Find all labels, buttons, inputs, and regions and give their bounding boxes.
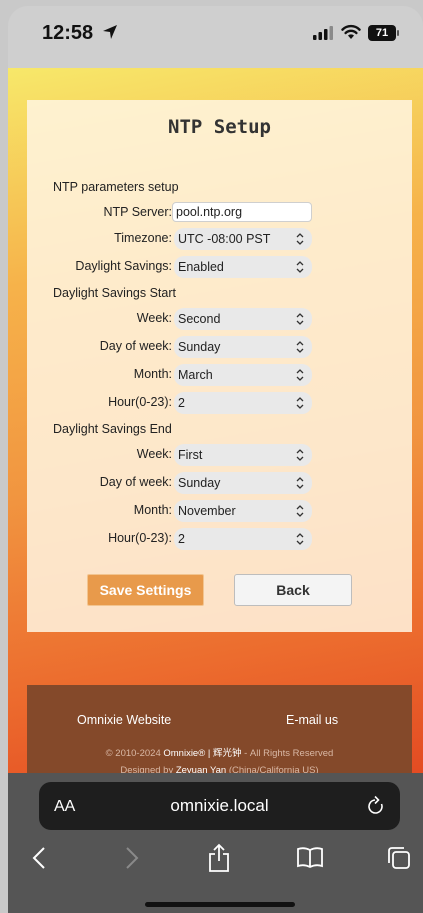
dst-end-month-label: Month: [133,503,172,517]
bookmarks-icon[interactable] [296,846,324,868]
wifi-icon [341,24,361,39]
daylight-label: Daylight Savings: [75,259,172,273]
copyright-brand[interactable]: Omnixie® | 辉光钟 [163,748,241,759]
chevron-updown-icon [296,505,304,517]
dst-end-hour-value: 2 [178,532,185,546]
dst-start-month-label: Month: [133,367,172,381]
dst-start-dow-value: Sunday [178,340,221,354]
dst-end-week-value: First [178,448,203,462]
location-arrow-icon [103,25,117,39]
dst-start-section-label: Daylight Savings Start [53,286,176,300]
ntp-section-label: NTP parameters setup [53,180,179,194]
dst-end-section-label: Daylight Savings End [53,422,172,436]
timezone-select[interactable]: UTC -08:00 PST [174,228,312,250]
omnixie-website-link[interactable]: Omnixie Website [77,713,171,727]
daylight-select[interactable]: Enabled [174,256,312,278]
page-title: NTP Setup [168,116,271,138]
chevron-updown-icon [296,341,304,353]
dst-start-week-label: Week: [136,311,172,325]
dst-end-dow-label: Day of week: [99,475,172,489]
copyright-prefix: © 2010-2024 [105,748,161,759]
dst-end-month-value: November [178,504,236,518]
back-button[interactable]: Back [234,574,352,606]
forward-icon[interactable] [125,846,139,870]
chevron-updown-icon [296,369,304,381]
signal-icon [313,26,333,40]
dst-start-week-select[interactable]: Second [174,308,312,330]
dst-end-dow-value: Sunday [178,476,221,490]
dst-end-week-select[interactable]: First [174,444,312,466]
dst-end-dow-select[interactable]: Sunday [174,472,312,494]
dst-start-hour-label: Hour(0-23): [108,395,172,409]
dst-start-month-value: March [178,368,213,382]
chevron-updown-icon [296,397,304,409]
copyright-line: © 2010-2024 Omnixie® | 辉光钟 - All Rights … [27,745,412,759]
chevron-updown-icon [296,477,304,489]
status-time: 12:58 [42,22,94,44]
chevron-updown-icon [296,261,304,273]
home-indicator [145,902,295,907]
dst-end-hour-label: Hour(0-23): [108,531,172,545]
dst-start-dow-label: Day of week: [99,339,172,353]
email-link[interactable]: E-mail us [286,713,338,727]
save-settings-button[interactable]: Save Settings [87,574,204,606]
timezone-label: Timezone: [114,231,172,245]
share-icon[interactable] [207,843,231,873]
url-text[interactable]: omnixie.local [39,796,400,816]
chevron-updown-icon [296,449,304,461]
tabs-icon[interactable] [386,845,412,871]
timezone-value: UTC -08:00 PST [178,232,271,246]
daylight-value: Enabled [178,260,224,274]
ntp-server-label: NTP Server: [103,205,172,219]
chevron-updown-icon [296,533,304,545]
chevron-updown-icon [296,313,304,325]
reload-icon[interactable] [366,795,386,817]
dst-end-month-select[interactable]: November [174,500,312,522]
dst-start-month-select[interactable]: March [174,364,312,386]
dst-start-week-value: Second [178,312,221,326]
dst-start-hour-value: 2 [178,396,185,410]
back-icon[interactable] [32,846,46,870]
dst-end-week-label: Week: [136,447,172,461]
ntp-server-input[interactable]: pool.ntp.org [172,202,312,222]
dst-start-dow-select[interactable]: Sunday [174,336,312,358]
copyright-suffix: - All Rights Reserved [244,748,334,759]
battery-icon: 71 [368,25,396,41]
battery-nub [397,30,399,36]
dst-end-hour-select[interactable]: 2 [174,528,312,550]
dst-start-hour-select[interactable]: 2 [174,392,312,414]
chevron-updown-icon [296,233,304,245]
